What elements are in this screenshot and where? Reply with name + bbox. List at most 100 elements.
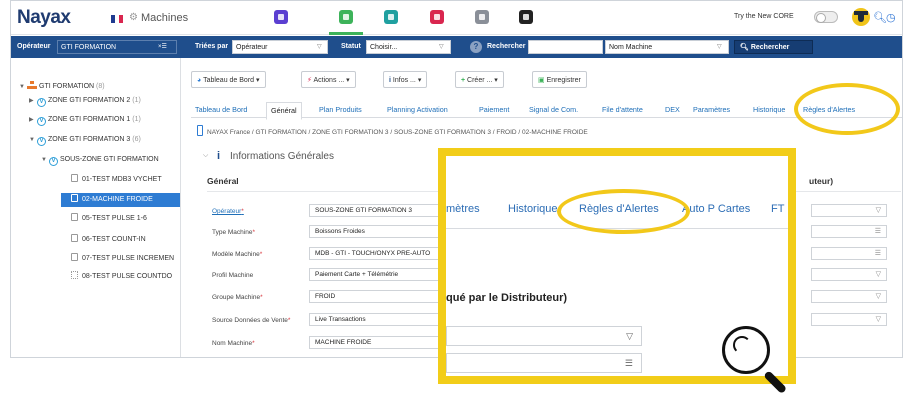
zoom-tab-ft[interactable]: FT bbox=[771, 203, 784, 215]
tab-general[interactable]: Général bbox=[266, 102, 302, 120]
machine-icon bbox=[71, 194, 78, 202]
zoom-tab-auto-cards[interactable]: Auto P Cartes bbox=[682, 203, 750, 215]
right-list-1[interactable]: ☰ bbox=[811, 225, 887, 238]
academy-icon[interactable] bbox=[852, 8, 870, 26]
machine-model-field[interactable]: MDB - GTI - TOUCH/ONYX PRE-AUTO bbox=[309, 247, 451, 260]
tree-machine-06[interactable]: 06-TEST COUNT-IN bbox=[71, 234, 146, 243]
tab-history[interactable]: Historique bbox=[753, 105, 785, 114]
machine-icon bbox=[71, 213, 78, 221]
devices-module-icon[interactable] bbox=[384, 10, 398, 24]
zoom-select[interactable]: ▽ bbox=[446, 326, 642, 346]
right-select-4[interactable]: ▽ bbox=[811, 313, 887, 326]
required-marker: * bbox=[241, 208, 244, 215]
machines-module-icon[interactable] bbox=[339, 10, 353, 24]
search-button-icon: 🔍︎ bbox=[740, 44, 749, 51]
tree-node-count: (1) bbox=[132, 116, 141, 123]
zoom-tab-parameters[interactable]: mètres bbox=[446, 203, 480, 215]
tree-node-subzone[interactable]: ▼ V SOUS-ZONE GTI FORMATION bbox=[41, 156, 159, 166]
machine-icon bbox=[71, 174, 78, 182]
dashboard-button[interactable]: ◕ Tableau de Bord ▾ bbox=[191, 71, 266, 88]
zoom-list-input[interactable]: ☰ bbox=[446, 353, 642, 373]
admin-module-icon[interactable] bbox=[519, 10, 533, 24]
machine-group-field[interactable]: FROID bbox=[309, 290, 451, 303]
label-text: Opérateur bbox=[212, 208, 242, 215]
tree-node-zone-2[interactable]: ▶ V ZONE GTI FORMATION 2 (1) bbox=[29, 97, 141, 107]
search-input[interactable] bbox=[528, 40, 603, 54]
analytics-module-icon[interactable] bbox=[274, 10, 288, 24]
tab-com-signal[interactable]: Signal de Com. bbox=[529, 105, 578, 114]
right-select-1[interactable]: ▽ bbox=[811, 204, 887, 217]
zone-icon: V bbox=[37, 117, 46, 126]
operator-label[interactable]: Opérateur* bbox=[212, 208, 244, 215]
actions-label: Actions ... bbox=[313, 77, 345, 84]
machine-icon bbox=[71, 253, 78, 261]
expand-arrow-icon[interactable]: ▼ bbox=[41, 157, 49, 163]
tree-node-root[interactable]: ▼ GTI FORMATION (8) bbox=[19, 81, 105, 90]
save-button[interactable]: ▣ Enregistrer bbox=[532, 71, 587, 88]
tab-product-plan[interactable]: Plan Produits bbox=[319, 105, 362, 114]
actions-button[interactable]: ⚡︎ Actions ... ▾ bbox=[301, 71, 356, 88]
expand-arrow-icon[interactable]: ▼ bbox=[29, 137, 37, 143]
try-new-core-label: Try the New CORE bbox=[734, 13, 794, 20]
field-value: MACHINE FROIDE bbox=[315, 339, 372, 346]
alerts-module-icon[interactable] bbox=[430, 10, 444, 24]
sort-select[interactable]: Opérateur bbox=[232, 40, 328, 54]
tab-activation-planning[interactable]: Planning Activation bbox=[387, 105, 448, 114]
new-core-toggle[interactable] bbox=[814, 11, 838, 23]
chevron-down-icon: ▾ bbox=[494, 77, 498, 84]
tree-node-label: GTI FORMATION bbox=[39, 83, 95, 90]
nayax-logo[interactable]: Nayax bbox=[17, 7, 71, 29]
collapse-arrow-icon[interactable]: ▶ bbox=[29, 97, 37, 104]
organization-icon bbox=[27, 81, 37, 90]
tree-machine-07[interactable]: 07-TEST PULSE INCREMEN bbox=[71, 253, 181, 262]
tab-dashboard[interactable]: Tableau de Bord bbox=[195, 105, 247, 114]
tree-machine-08[interactable]: 08-TEST PULSE COUNTDO bbox=[71, 271, 181, 280]
tree-node-label: 05-TEST PULSE 1-6 bbox=[82, 215, 147, 222]
collapse-arrow-icon[interactable]: ▶ bbox=[29, 116, 37, 123]
tree-node-zone-1[interactable]: ▶ V ZONE GTI FORMATION 1 (1) bbox=[29, 116, 141, 126]
tree-machine-02-selected[interactable]: 02-MACHINE FROIDE bbox=[71, 194, 153, 203]
info-icon: i bbox=[217, 150, 221, 162]
section-title: Informations Générales bbox=[230, 151, 334, 162]
operator-filter-value: GTI FORMATION bbox=[61, 44, 117, 51]
tab-queue[interactable]: File d'attente bbox=[602, 105, 643, 114]
sales-source-field[interactable]: Live Transactions bbox=[309, 313, 451, 326]
clear-list-icon[interactable]: ×☰ bbox=[158, 43, 167, 50]
clock-icon[interactable]: ◷ bbox=[886, 11, 896, 24]
tree-machine-05[interactable]: 05-TEST PULSE 1-6 bbox=[71, 213, 147, 222]
machine-name-field[interactable]: MACHINE FROIDE bbox=[309, 336, 451, 349]
distributor-heading-fragment: uteur) bbox=[809, 176, 834, 186]
sort-label: Triées par bbox=[195, 43, 229, 50]
chevron-down-icon[interactable]: ⌵ bbox=[203, 152, 208, 160]
tree-node-label: 02-MACHINE FROIDE bbox=[82, 196, 153, 203]
zoom-tab-history[interactable]: Historique bbox=[508, 203, 558, 215]
create-button[interactable]: + Créer ... ▾ bbox=[455, 71, 504, 88]
machine-profile-field[interactable]: Paiement Carte + Télémétrie bbox=[309, 268, 451, 281]
operator-field[interactable]: SOUS-ZONE GTI FORMATION 3 bbox=[309, 204, 451, 217]
top-header: Nayax ⚙ Machines Try the New CORE 🔍︎ ◷ bbox=[11, 1, 902, 35]
right-select-2[interactable]: ▽ bbox=[811, 268, 887, 281]
tree-node-zone-3[interactable]: ▼ V ZONE GTI FORMATION 3 (6) bbox=[29, 136, 141, 146]
machine-type-field[interactable]: Boissons Froides bbox=[309, 225, 451, 238]
tree-machine-01[interactable]: 01-TEST MDB3 VYCHET bbox=[71, 174, 162, 183]
search-icon[interactable]: 🔍︎ bbox=[873, 11, 887, 24]
chevron-down-icon: ▽ bbox=[317, 44, 322, 50]
reports-module-icon[interactable] bbox=[475, 10, 489, 24]
search-field-select[interactable]: Nom Machine bbox=[605, 40, 729, 54]
expand-arrow-icon[interactable]: ▼ bbox=[19, 84, 27, 90]
zone-icon: V bbox=[49, 157, 58, 166]
field-value: FROID bbox=[315, 293, 336, 300]
search-button[interactable]: 🔍︎ Rechercher bbox=[734, 40, 813, 54]
palette-icon: ◕ bbox=[197, 77, 202, 84]
help-icon[interactable]: ? bbox=[470, 41, 482, 53]
infos-button[interactable]: i Infos ... ▾ bbox=[383, 71, 428, 88]
right-select-3[interactable]: ▽ bbox=[811, 290, 887, 303]
chevron-down-icon: ▽ bbox=[875, 316, 881, 323]
tree-node-label: ZONE GTI FORMATION 1 bbox=[48, 116, 131, 123]
tree-node-count: (6) bbox=[132, 136, 141, 143]
tab-payment[interactable]: Paiement bbox=[479, 105, 509, 114]
right-list-2[interactable]: ☰ bbox=[811, 247, 887, 260]
machine-profile-label: Profil Machine bbox=[212, 272, 253, 279]
tab-dex[interactable]: DEX bbox=[665, 105, 680, 114]
tab-parameters[interactable]: Paramètres bbox=[693, 105, 730, 114]
